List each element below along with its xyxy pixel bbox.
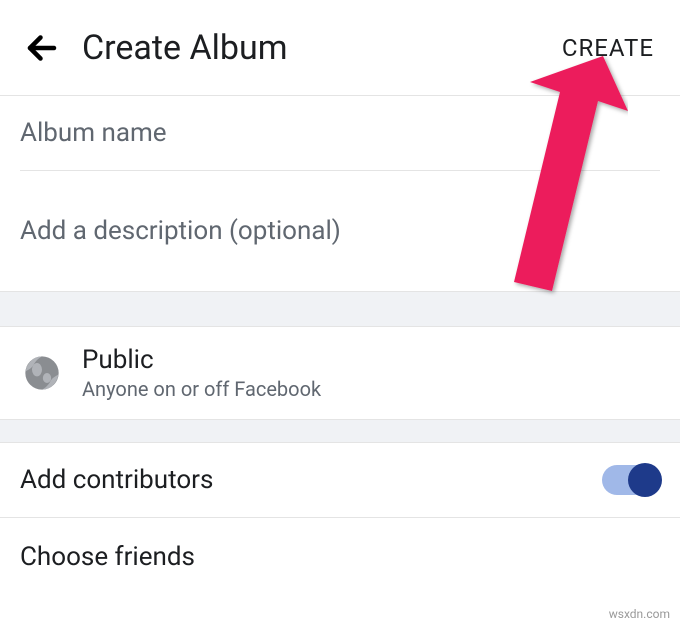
section-divider <box>0 419 680 443</box>
watermark: wsxdn.com <box>609 607 670 621</box>
add-contributors-label: Add contributors <box>20 465 213 495</box>
globe-icon <box>20 351 64 395</box>
choose-friends-row[interactable]: Choose friends <box>0 518 680 602</box>
choose-friends-label: Choose friends <box>20 542 660 572</box>
album-name-input[interactable] <box>20 96 660 170</box>
back-arrow-icon[interactable] <box>20 26 64 70</box>
toggle-knob <box>628 463 662 497</box>
input-section <box>0 96 680 291</box>
privacy-title: Public <box>82 345 321 375</box>
privacy-text: Public Anyone on or off Facebook <box>82 345 321 401</box>
contributors-toggle[interactable] <box>602 465 660 495</box>
section-divider <box>0 291 680 327</box>
create-button[interactable]: CREATE <box>556 26 660 70</box>
add-contributors-row: Add contributors <box>0 443 680 517</box>
page-title: Create Album <box>82 28 556 68</box>
privacy-subtitle: Anyone on or off Facebook <box>82 377 321 401</box>
privacy-selector[interactable]: Public Anyone on or off Facebook <box>0 327 680 419</box>
header-bar: Create Album CREATE <box>0 0 680 96</box>
album-description-input[interactable] <box>20 171 660 291</box>
